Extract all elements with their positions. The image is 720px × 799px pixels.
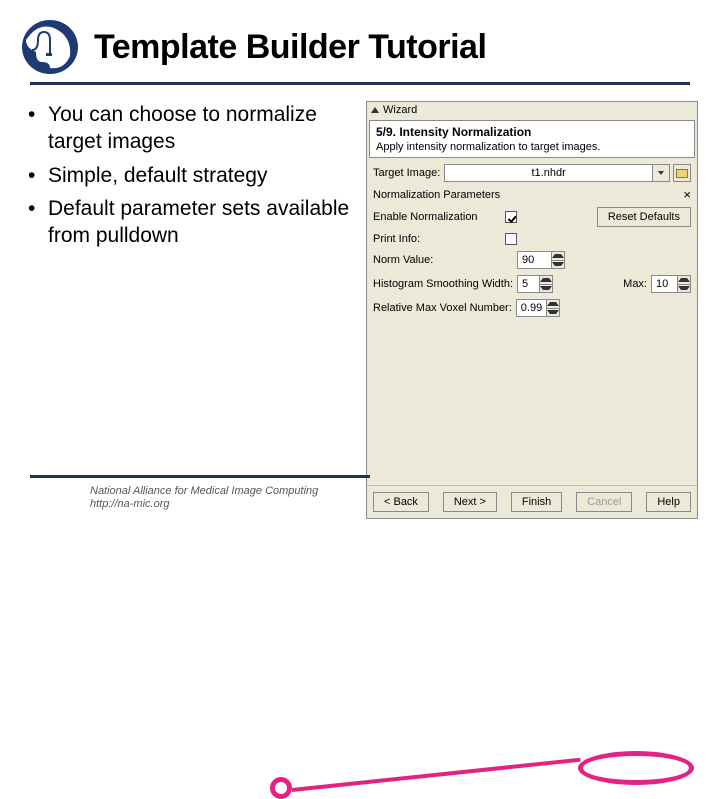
hist-smooth-label: Histogram Smoothing Width: (373, 278, 513, 290)
arrow-down-icon (552, 262, 564, 266)
bullet-list: You can choose to normalize target image… (28, 101, 356, 249)
arrow-down-icon (678, 286, 690, 290)
norm-value-field[interactable]: 90 (517, 251, 551, 269)
wizard-window-title: Wizard (383, 104, 417, 116)
namic-logo (20, 18, 80, 76)
footer-org: National Alliance for Medical Image Comp… (90, 485, 318, 499)
print-info-label: Print Info: (373, 233, 501, 245)
arrow-down-icon (547, 310, 559, 314)
footer-rule (30, 475, 370, 478)
enable-normalization-checkbox[interactable] (505, 211, 517, 223)
hist-smooth-field[interactable]: 5 (517, 275, 539, 293)
enable-normalization-label: Enable Normalization (373, 211, 501, 223)
title-underline (30, 82, 690, 85)
norm-value-spinner[interactable]: 90 (517, 251, 565, 269)
norm-value-label: Norm Value: (373, 254, 513, 266)
wizard-dialog: Wizard 5/9. Intensity Normalization Appl… (366, 101, 698, 519)
help-button[interactable]: Help (646, 492, 691, 512)
next-button[interactable]: Next > (443, 492, 497, 512)
chevron-down-icon (658, 171, 664, 175)
wizard-button-bar: < Back Next > Finish Cancel Help (367, 485, 697, 518)
rel-max-field[interactable]: 0.99 (516, 299, 546, 317)
slide-title: Template Builder Tutorial (94, 28, 486, 67)
target-image-browse-button[interactable] (673, 164, 691, 182)
step-title: 5/9. Intensity Normalization (376, 125, 688, 139)
rel-max-spinner[interactable]: 0.99 (516, 299, 560, 317)
arrow-up-icon (678, 278, 690, 282)
wizard-titlebar: Wizard (367, 102, 697, 118)
arrow-down-icon (540, 286, 552, 290)
back-button[interactable]: < Back (373, 492, 429, 512)
target-image-dropdown-button[interactable] (652, 164, 670, 182)
bullet-item: You can choose to normalize target image… (28, 101, 356, 156)
arrow-up-icon (552, 254, 564, 258)
cancel-button[interactable]: Cancel (576, 492, 632, 512)
caret-up-icon (371, 107, 379, 113)
arrow-up-icon (547, 302, 559, 306)
reset-defaults-button[interactable]: Reset Defaults (597, 207, 691, 227)
max-label: Max: (623, 278, 647, 290)
folder-icon (676, 169, 688, 178)
close-icon[interactable]: × (683, 188, 691, 201)
max-field[interactable]: 10 (651, 275, 677, 293)
step-header-panel: 5/9. Intensity Normalization Apply inten… (369, 120, 695, 158)
bullet-item: Default parameter sets available from pu… (28, 195, 356, 250)
target-image-label: Target Image: (373, 167, 440, 179)
hist-smooth-spinner[interactable]: 5 (517, 275, 553, 293)
step-description: Apply intensity normalization to target … (376, 141, 688, 153)
slide-footer: National Alliance for Medical Image Comp… (90, 485, 318, 513)
max-spinner[interactable]: 10 (651, 275, 691, 293)
normalization-section-title: Normalization Parameters (373, 189, 500, 201)
bullet-item: Simple, default strategy (28, 162, 356, 189)
rel-max-label: Relative Max Voxel Number: (373, 302, 512, 314)
print-info-checkbox[interactable] (505, 233, 517, 245)
finish-button[interactable]: Finish (511, 492, 562, 512)
arrow-up-icon (540, 278, 552, 282)
target-image-field[interactable]: t1.nhdr (444, 164, 652, 182)
footer-url: http://na-mic.org (90, 498, 318, 512)
